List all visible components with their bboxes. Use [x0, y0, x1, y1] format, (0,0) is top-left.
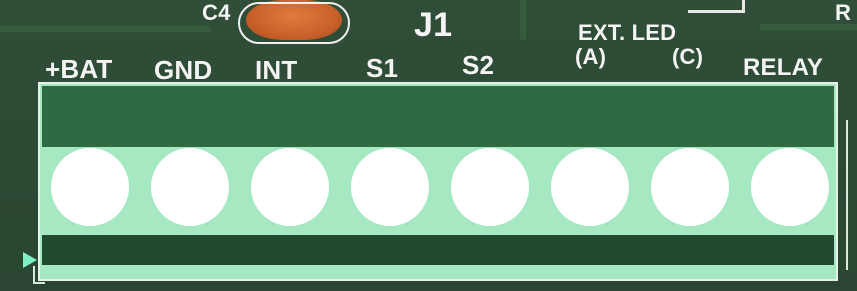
connector-label: J1 — [414, 6, 453, 44]
terminal-hole-relay — [751, 148, 829, 226]
terminal-hole-bat — [51, 148, 129, 226]
terminal-hole-int — [251, 148, 329, 226]
capacitor-outline — [238, 2, 350, 44]
terminal-hole-led-c — [651, 148, 729, 226]
terminal-block-base — [42, 235, 834, 265]
pcb-trace — [520, 0, 526, 40]
silkscreen-outline — [688, 0, 745, 13]
pcb-trace — [0, 26, 210, 32]
terminal-hole-gnd — [151, 148, 229, 226]
pin-label-s1: S1 — [366, 53, 399, 83]
terminal-block — [38, 82, 838, 281]
pin-label-led-anode: (A) — [575, 44, 607, 69]
ext-led-label: EXT. LED — [578, 20, 677, 45]
pin-label-bat: +BAT — [45, 54, 113, 84]
pcb-board: C4 J1 EXT. LED R +BAT GND INT S1 S2 (A) … — [0, 0, 857, 291]
silkscreen-corner — [33, 266, 45, 284]
terminal-hole-s1 — [351, 148, 429, 226]
terminal-block-top — [42, 86, 834, 147]
reference-label: R — [835, 0, 852, 25]
capacitor-label: C4 — [202, 0, 231, 25]
terminal-hole-s2 — [451, 148, 529, 226]
adjacent-component-edge — [846, 120, 856, 270]
terminal-hole-led-a — [551, 148, 629, 226]
pin-label-s2: S2 — [462, 50, 495, 80]
pin-label-relay: RELAY — [743, 54, 824, 81]
pin-label-led-cathode: (C) — [672, 44, 704, 69]
